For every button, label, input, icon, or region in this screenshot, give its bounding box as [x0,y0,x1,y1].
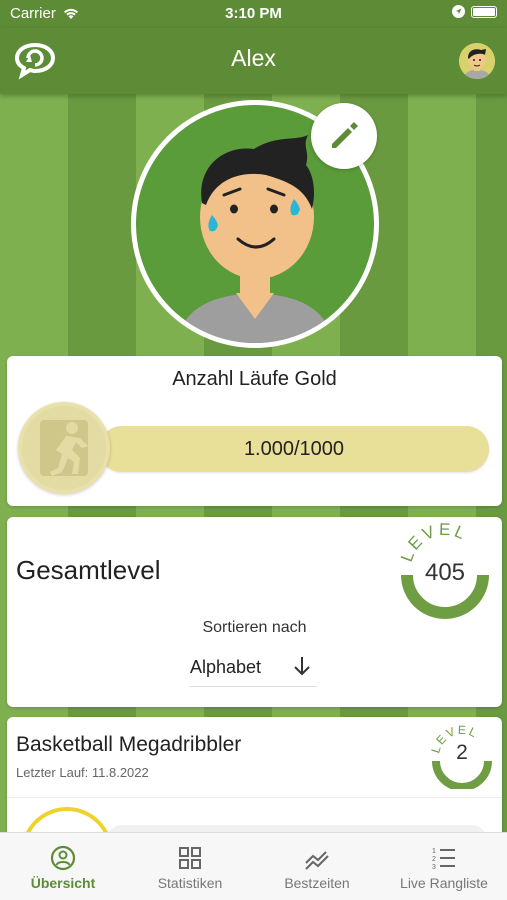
overall-level-heading: Gesamtlevel [16,555,161,585]
page-title: Alex [231,45,276,71]
tab-statistics[interactable]: Statistiken [127,833,253,900]
status-bar: Carrier 3:10 PM [0,0,507,28]
sort-value: Alphabet [190,657,262,677]
overall-level-card: Gesamtlevel LEVEL 405 Sortieren nach Alp… [7,517,502,707]
user-avatar-icon[interactable] [459,43,495,79]
overall-level-value: 405 [424,559,466,586]
runner-icon [40,420,88,476]
tab-best-times[interactable]: Bestzeiten [254,833,380,900]
clock: 3:10 PM [225,5,282,22]
tab-overview-label: Übersicht [30,875,96,891]
svg-text:1: 1 [432,848,436,855]
gold-runs-progress-text: 1.000/1000 [243,438,345,460]
list-numbered-icon: 1 2 3 [432,848,455,871]
grid-icon [179,847,201,869]
sort-dropdown[interactable]: Alphabet [190,655,317,687]
gold-runs-card: Anzahl Läufe Gold 1.000/1000 [7,356,502,506]
tab-live-ranking-label: Live Rangliste [400,875,488,891]
battery-icon [471,5,497,18]
edit-profile-button[interactable] [311,103,377,169]
tab-live-ranking[interactable]: 1 2 3 Live Rangliste [381,833,507,900]
gold-runs-progress-bar: 1.000/1000 [99,426,489,472]
pencil-icon [332,122,358,148]
activity-level-value: 2 [456,741,468,764]
sort-label: Sortieren nach [202,619,307,636]
activity-name: Basketball Megadribbler [16,733,242,756]
gold-runs-title: Anzahl Läufe Gold [172,368,337,390]
tab-bar: Übersicht Statistiken Bestzeiten 1 2 3 L… [0,832,507,900]
tab-statistics-label: Statistiken [157,875,223,891]
tab-overview[interactable]: Übersicht [0,833,126,900]
arrow-down-icon [294,657,310,676]
tab-best-times-label: Bestzeiten [284,875,350,891]
navigation-bar: Alex [0,28,507,94]
divider [7,797,502,798]
user-circle-icon [50,845,76,871]
chart-line-icon [305,851,329,870]
location-icon [452,5,465,18]
activity-last-run: Letzter Lauf: 11.8.2022 [16,765,149,780]
svg-text:2: 2 [432,856,436,863]
svg-text:3: 3 [432,864,436,871]
gold-medal [18,402,110,494]
